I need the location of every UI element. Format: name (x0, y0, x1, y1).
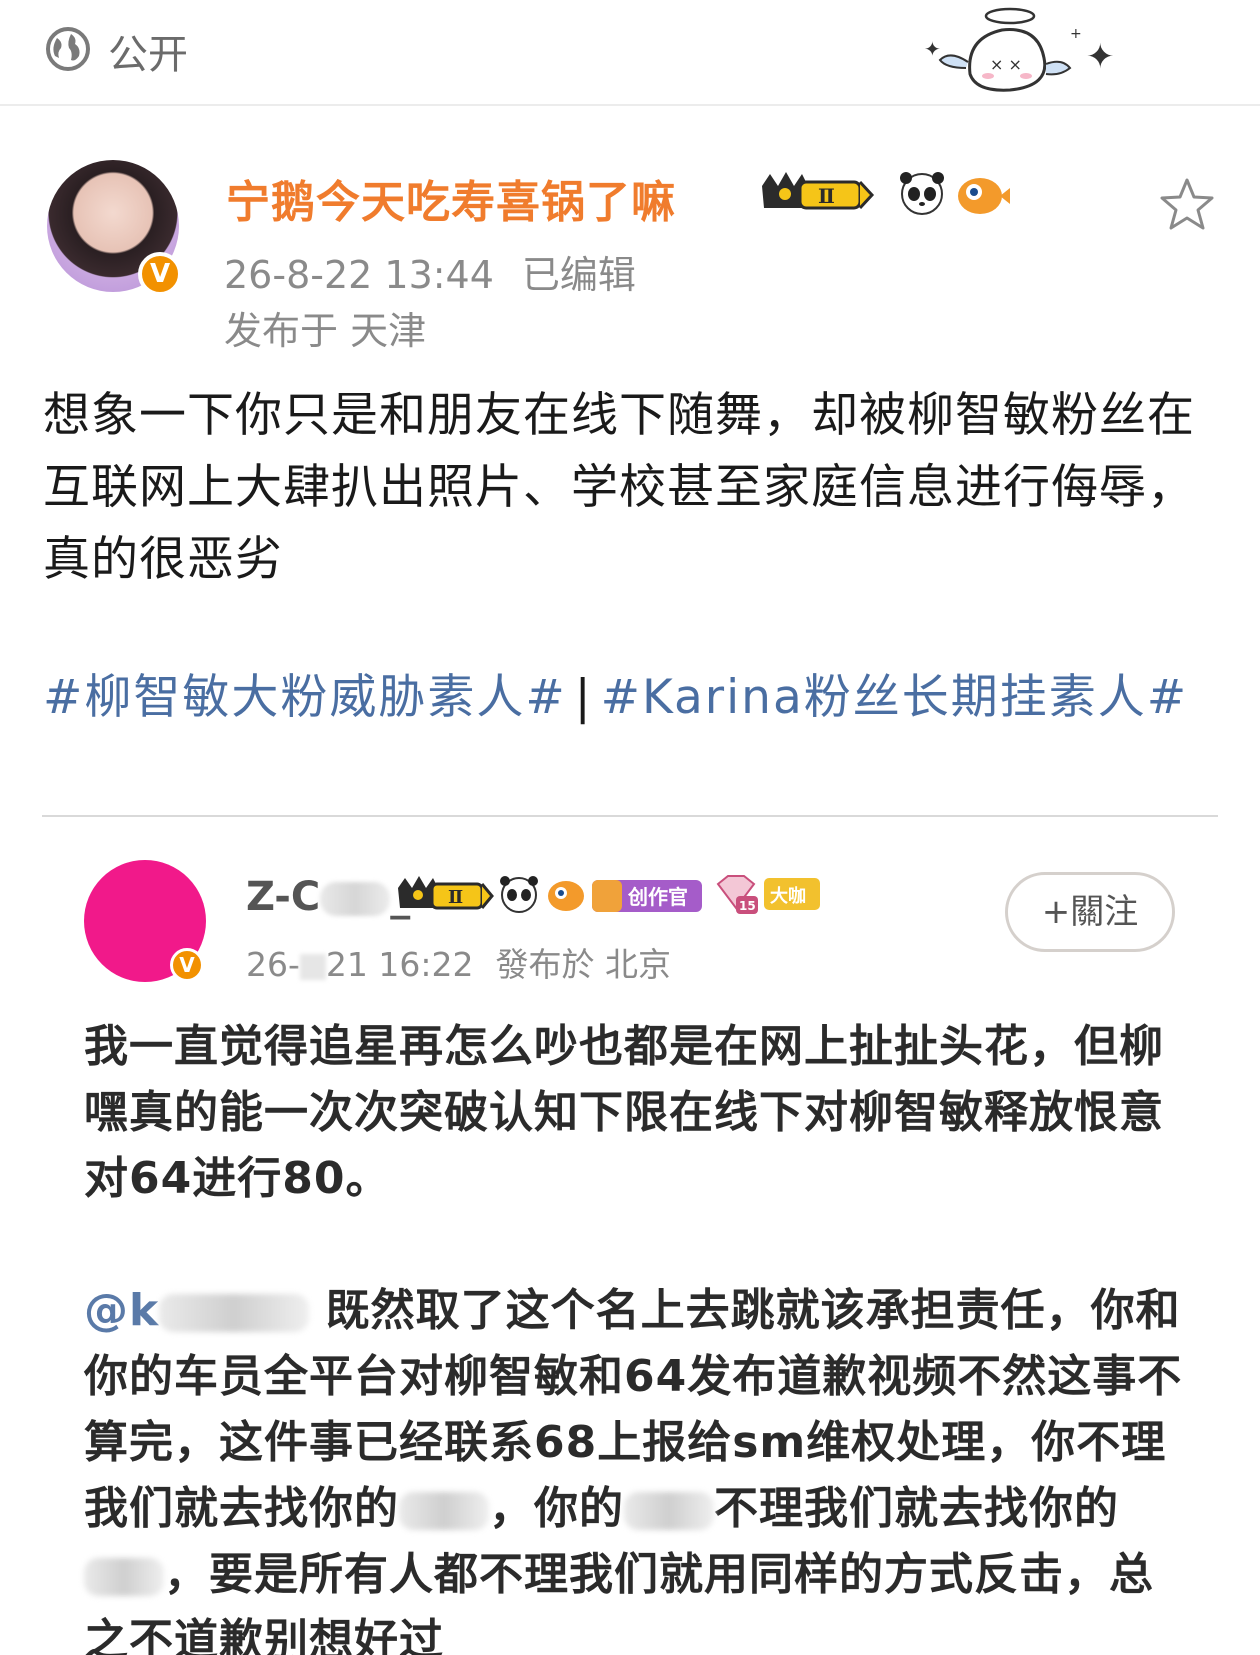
angel-mascot-icon: × × ✦ ✦ + (924, 7, 1115, 92)
blurred-text (624, 1492, 714, 1530)
embedded-verified-v-icon: V (170, 948, 204, 982)
embedded-badge-row: Ⅱ 创作官 15 大咖 (398, 875, 820, 914)
post-meta: 26-8-22 13:44 已编辑 (224, 244, 636, 299)
topic-tag-2[interactable]: #Karina粉丝长期挂素人# (601, 670, 1189, 725)
visibility-label[interactable]: 公开 (108, 22, 188, 80)
badge-row: Ⅱ (762, 172, 1010, 215)
verified-v-icon: V (138, 252, 182, 296)
pufferfish-icon (548, 881, 584, 911)
divider (42, 815, 1218, 817)
embedded-vip-level-text: Ⅱ (448, 887, 463, 908)
edited-label[interactable]: 已编辑 (522, 253, 636, 297)
blurred-text (399, 1492, 489, 1530)
crown-vip-icon: Ⅱ (762, 172, 875, 210)
tag-separator: | (574, 670, 593, 725)
favorite-star-icon[interactable] (1158, 176, 1216, 234)
embedded-post-meta: 26- 21 16:22 發布於 北京 (246, 945, 672, 984)
embedded-author-name: Z-C_ (246, 874, 410, 920)
creator-badge-icon: 创作官 (592, 880, 702, 912)
top-bar: 公开 × × ✦ ✦ + (0, 0, 1260, 106)
blurred-text (299, 953, 326, 980)
topic-tags: #柳智敏大粉威胁素人# | #Karina粉丝长期挂素人# (43, 662, 1223, 734)
crown-vip-icon: Ⅱ (398, 876, 494, 910)
diamond-level-icon: 15 (716, 875, 758, 914)
big-badge-icon: 大咖 (764, 878, 820, 910)
panda-icon (900, 172, 944, 215)
blurred-text (159, 1294, 310, 1332)
level-badge-text: 15 (739, 899, 756, 913)
embedded-screenshot-image[interactable]: V Z-C_ Ⅱ 创作官 15 (0, 820, 1260, 1655)
post-timestamp: 26-8-22 13:44 (224, 253, 494, 297)
blurred-text (320, 882, 391, 916)
creator-badge-text: 创作官 (627, 885, 688, 909)
author-name[interactable]: 宁鹅今天吃寿喜锅了嘛 (226, 166, 676, 230)
blurred-text (84, 1558, 164, 1596)
vip-level-text: Ⅱ (818, 184, 835, 208)
embedded-mention: @k (84, 1285, 160, 1336)
follow-button: +關注 (1005, 872, 1175, 952)
globe-icon (46, 27, 90, 71)
post-location: 发布于 天津 (224, 309, 427, 353)
big-badge-text: 大咖 (770, 885, 806, 907)
svg-text:× ×: × × (990, 55, 1022, 74)
embedded-paragraph-2: @k 既然取了这个名上去跳就该承担责任，你和你的车员全平台对柳智敏和64发布道歉… (84, 1285, 1183, 1655)
topic-tag-1[interactable]: #柳智敏大粉威胁素人# (43, 670, 567, 725)
post-body: 想象一下你只是和朋友在线下随舞，却被柳智敏粉丝在互联网上大肆扒出照片、学校甚至家… (43, 388, 1195, 587)
svg-text:✦: ✦ (1086, 37, 1115, 77)
svg-text:+: + (1070, 26, 1082, 42)
pufferfish-icon (958, 178, 1010, 214)
embedded-paragraph-1: 我一直觉得追星再怎么吵也都是在网上扯扯头花，但柳嘿真的能一次次突破认知下限在线下… (84, 1021, 1164, 1204)
svg-text:✦: ✦ (924, 37, 941, 61)
panda-icon (500, 876, 538, 913)
embedded-location: 發布於 北京 (495, 945, 672, 984)
